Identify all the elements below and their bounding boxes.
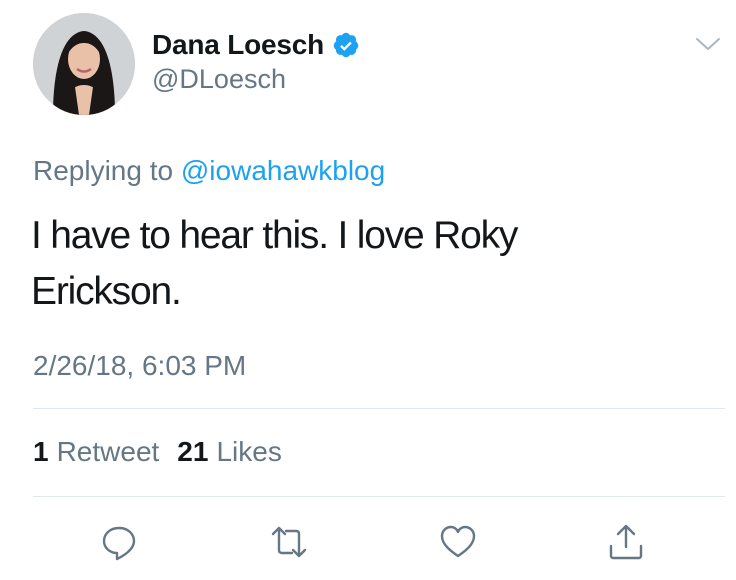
user-handle[interactable]: @DLoesch xyxy=(152,64,286,95)
chevron-down-icon[interactable] xyxy=(693,33,723,55)
replying-to-label: Replying to xyxy=(33,155,174,186)
engagement-stats: 1 Retweet 21 Likes xyxy=(33,436,300,468)
tweet-card: Dana Loesch @DLoesch Replying to @iowaha… xyxy=(0,0,736,580)
divider xyxy=(33,496,725,497)
heart-icon xyxy=(440,525,476,558)
profile-photo-icon xyxy=(33,13,135,115)
retweet-button[interactable] xyxy=(267,520,311,564)
tweet-text: I have to hear this. I love Roky Erickso… xyxy=(31,214,518,313)
reply-button[interactable] xyxy=(97,520,141,564)
like-button[interactable] xyxy=(436,520,480,564)
likes-label: Likes xyxy=(216,436,282,467)
likes-stat[interactable]: 21 Likes xyxy=(177,436,282,468)
retweets-count: 1 xyxy=(33,436,49,467)
avatar[interactable] xyxy=(33,13,135,115)
retweets-label: Retweet xyxy=(56,436,160,467)
replying-to: Replying to @iowahawkblog xyxy=(33,155,385,187)
retweets-stat[interactable]: 1 Retweet xyxy=(33,436,159,468)
reply-icon xyxy=(102,526,136,561)
reply-to-handle-link[interactable]: @iowahawkblog xyxy=(181,155,385,186)
divider xyxy=(33,408,725,409)
share-icon xyxy=(609,524,643,560)
verified-badge-icon xyxy=(332,31,360,59)
display-name[interactable]: Dana Loesch xyxy=(152,29,324,61)
author-name-row[interactable]: Dana Loesch xyxy=(152,28,360,62)
retweet-icon xyxy=(271,526,307,558)
tweet-timestamp[interactable]: 2/26/18, 6:03 PM xyxy=(33,350,246,382)
action-bar xyxy=(0,520,736,564)
likes-count: 21 xyxy=(177,436,209,467)
share-button[interactable] xyxy=(604,520,648,564)
